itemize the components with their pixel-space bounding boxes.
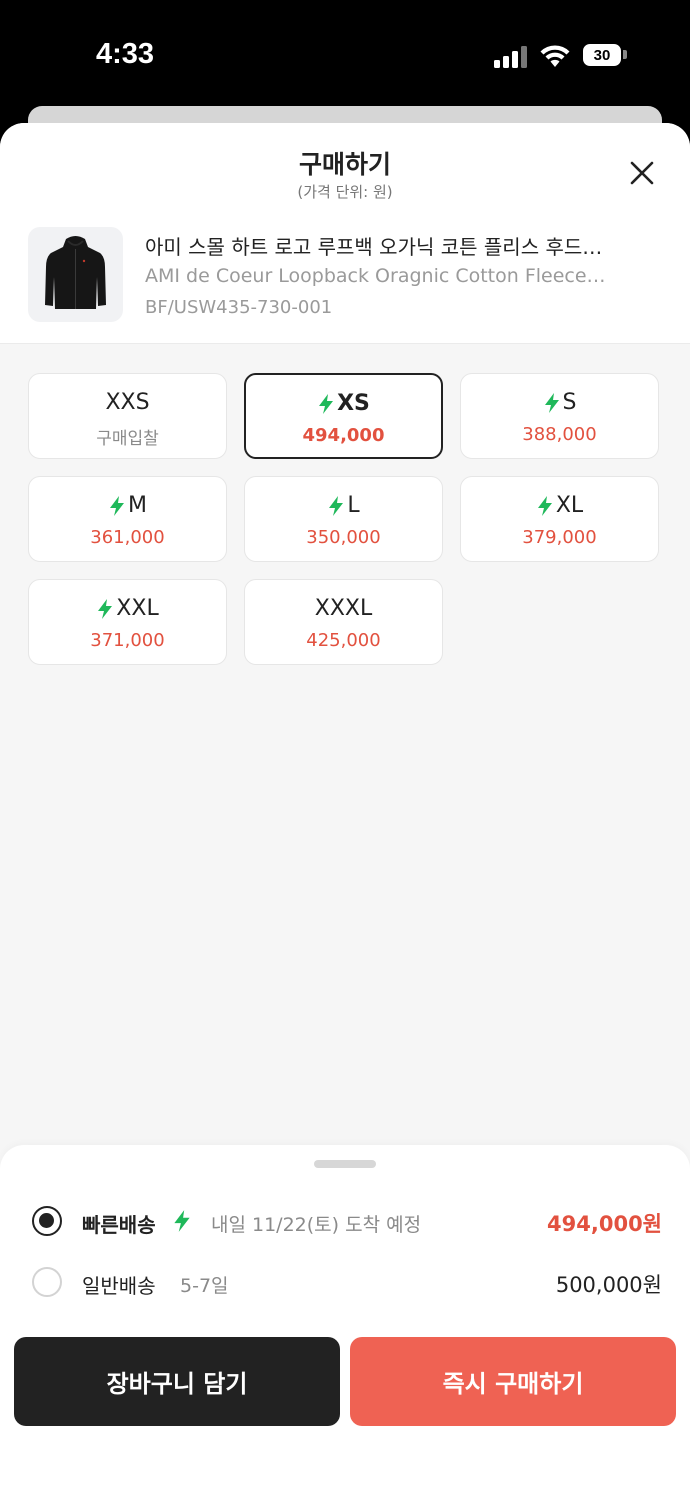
- shipping-price: 494,000원: [547, 1212, 662, 1236]
- drag-handle[interactable]: [314, 1160, 376, 1168]
- size-price: 388,000: [522, 424, 597, 445]
- buy-now-button[interactable]: 즉시 구매하기: [350, 1337, 676, 1426]
- size-option-m[interactable]: M 361,000: [28, 476, 227, 562]
- shipping-eta: 내일 11/22(토) 도착 예정: [211, 1214, 422, 1236]
- shipping-panel: 빠른배송 내일 11/22(토) 도착 예정 494,000원 일반배송 5-7…: [0, 1145, 690, 1500]
- shipping-option-fast[interactable]: 빠른배송 내일 11/22(토) 도착 예정 494,000원: [0, 1203, 690, 1243]
- size-label: XXL: [116, 596, 159, 621]
- lightning-bolt-icon: [544, 392, 559, 413]
- wifi-icon: [540, 45, 570, 67]
- size-option-xxxl[interactable]: XXXL 425,000: [244, 579, 443, 665]
- size-label: S: [562, 390, 577, 415]
- shipping-price: 500,000원: [555, 1273, 662, 1297]
- product-code: BF/USW435-730-001: [145, 297, 333, 318]
- product-name-korean: 아미 스몰 하트 로고 루프백 오가닉 코튼 플리스 후드…: [145, 235, 603, 259]
- size-price: 361,000: [90, 527, 165, 548]
- status-time: 4:33: [96, 38, 155, 70]
- shipping-name: 일반배송: [82, 1274, 156, 1298]
- size-option-s[interactable]: S 388,000: [460, 373, 659, 459]
- size-price: 379,000: [522, 527, 597, 548]
- size-price: 425,000: [306, 630, 381, 651]
- product-name-english: AMI de Coeur Loopback Oragnic Cotton Fle…: [145, 265, 606, 287]
- product-image: [28, 227, 123, 322]
- page-title: 구매하기: [298, 150, 391, 179]
- add-to-cart-button[interactable]: 장바구니 담기: [14, 1337, 340, 1426]
- size-price: 494,000: [302, 425, 385, 446]
- size-option-xs[interactable]: XS 494,000: [244, 373, 443, 459]
- radio-fast-selected[interactable]: [32, 1206, 62, 1236]
- size-label: XXXL: [314, 596, 373, 621]
- battery-icon: 30: [583, 44, 621, 66]
- lightning-bolt-icon: [110, 495, 124, 516]
- shipping-name: 빠른배송: [82, 1213, 156, 1237]
- size-label: XS: [337, 391, 370, 416]
- battery-tip: [623, 50, 627, 59]
- shipping-option-normal[interactable]: 일반배송 5-7일 500,000원: [0, 1264, 690, 1304]
- size-label: L: [347, 493, 360, 518]
- lightning-bolt-icon: [319, 393, 334, 414]
- size-option-xl[interactable]: XL 379,000: [460, 476, 659, 562]
- sheet-header: 구매하기 (가격 단위: 원) 아미 스몰 하트 로고 루프백 오가닉 코튼 플…: [0, 123, 690, 344]
- lightning-bolt-icon: [329, 495, 344, 516]
- lightning-bolt-icon: [98, 598, 113, 619]
- lightning-bolt-icon: [537, 495, 552, 516]
- price-unit-note: (가격 단위: 원): [297, 183, 393, 201]
- size-option-xxs[interactable]: XXS 구매입찰: [28, 373, 227, 459]
- size-price: 350,000: [306, 527, 381, 548]
- lightning-bolt-icon: [174, 1210, 190, 1232]
- close-icon[interactable]: [624, 155, 660, 191]
- size-option-l[interactable]: L 350,000: [244, 476, 443, 562]
- size-option-xxl[interactable]: XXL 371,000: [28, 579, 227, 665]
- size-price: 371,000: [90, 630, 165, 651]
- battery-level: 30: [593, 46, 611, 64]
- size-price: 구매입찰: [96, 429, 159, 449]
- hoodie-icon: [45, 236, 106, 309]
- cellular-signal-icon: [494, 46, 528, 68]
- status-bar: 4:33 30: [0, 0, 690, 105]
- radio-normal[interactable]: [32, 1267, 62, 1297]
- size-label: M: [128, 493, 147, 518]
- shipping-eta: 5-7일: [180, 1275, 229, 1297]
- size-label: XXS: [105, 390, 150, 415]
- size-label: XL: [555, 493, 584, 518]
- purchase-sheet: 구매하기 (가격 단위: 원) 아미 스몰 하트 로고 루프백 오가닉 코튼 플…: [0, 123, 690, 1500]
